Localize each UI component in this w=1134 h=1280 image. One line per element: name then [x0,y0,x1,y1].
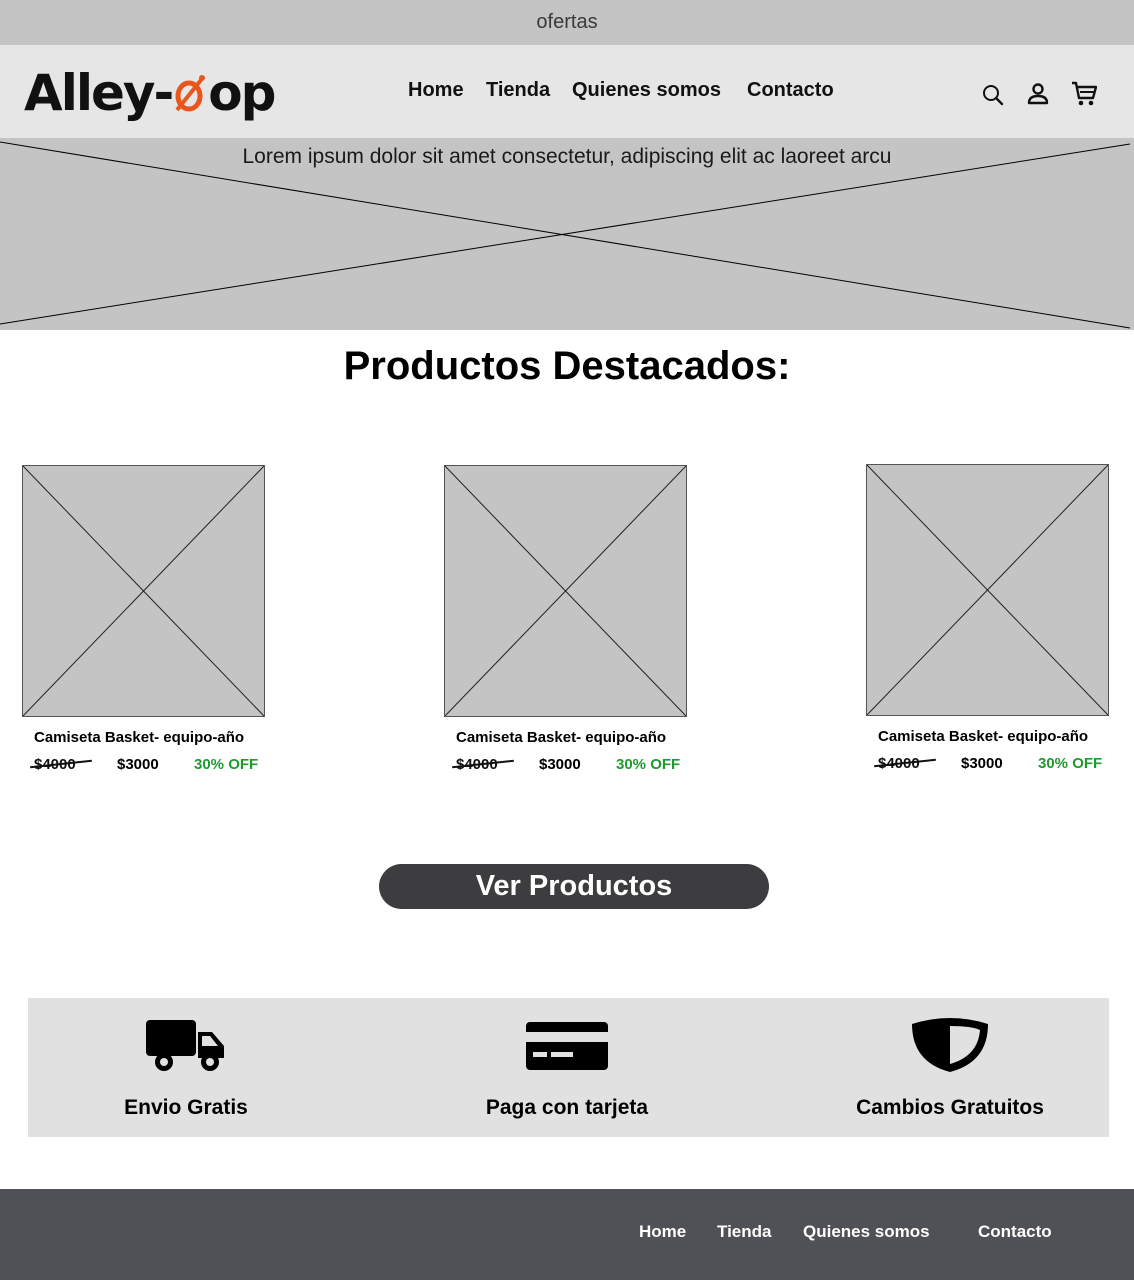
credit-card-icon [417,1018,717,1074]
product-name[interactable]: Camiseta Basket- equipo-año [456,729,666,746]
product-card[interactable]: Camiseta Basket- equipo-año $4000 $3000 … [22,465,282,785]
product-price: $3000 [961,755,1003,772]
search-icon[interactable] [978,80,1008,110]
product-old-price: $4000 [30,756,92,773]
product-price: $3000 [539,756,581,773]
nav-contacto[interactable]: Contacto [747,79,834,102]
promo-bar-text[interactable]: ofertas [536,11,597,34]
product-discount: 30% OFF [616,756,681,773]
product-old-price: $4000 [452,756,514,773]
product-image-placeholder[interactable] [22,465,265,717]
feature-label: Cambios Gratuitos [856,1096,1044,1119]
hero-text: Lorem ipsum dolor sit amet consectetur, … [242,145,892,168]
feature-free-shipping: Envio Gratis [36,998,336,1137]
featured-title: Productos Destacados: [343,344,791,388]
truck-icon [36,1018,336,1074]
ver-productos-button[interactable]: Ver Productos [379,864,769,909]
feature-label: Paga con tarjeta [485,1096,649,1119]
nav-quienes-somos[interactable]: Quienes somos [572,79,721,102]
product-price: $3000 [117,756,159,773]
main-nav: Home Tienda Quienes somos Contacto [0,79,1134,105]
nav-tienda[interactable]: Tienda [486,79,550,102]
nav-home[interactable]: Home [408,79,464,102]
site-header: Alley- op Home Tienda Quienes somos Cont… [0,45,1134,138]
product-image-placeholder[interactable] [444,465,687,717]
feature-card-payment: Paga con tarjeta [417,998,717,1137]
cart-icon[interactable] [1069,79,1099,109]
feature-free-returns: Cambios Gratuitos [800,998,1100,1137]
product-image-placeholder[interactable] [866,464,1109,716]
product-card[interactable]: Camiseta Basket- equipo-año $4000 $3000 … [866,464,1126,784]
feature-label: Envio Gratis [124,1096,248,1119]
footer-nav-contacto[interactable]: Contacto [978,1222,1052,1242]
shield-icon [800,1018,1100,1074]
features-strip: Envio Gratis Paga con tarjeta Cambios Gr… [28,998,1109,1137]
product-discount: 30% OFF [194,756,259,773]
footer-nav-quienes-somos[interactable]: Quienes somos [803,1222,930,1242]
site-footer: Home Tienda Quienes somos Contacto [0,1189,1134,1280]
product-name[interactable]: Camiseta Basket- equipo-año [878,728,1088,745]
product-name[interactable]: Camiseta Basket- equipo-año [34,729,244,746]
promo-bar[interactable]: ofertas [0,0,1134,45]
footer-nav-home[interactable]: Home [639,1222,686,1242]
product-card[interactable]: Camiseta Basket- equipo-año $4000 $3000 … [444,465,704,785]
product-old-price: $4000 [874,755,936,772]
hero-banner[interactable]: Lorem ipsum dolor sit amet consectetur, … [0,138,1134,330]
user-icon[interactable] [1023,79,1053,109]
footer-nav-tienda[interactable]: Tienda [717,1222,771,1242]
product-discount: 30% OFF [1038,755,1103,772]
